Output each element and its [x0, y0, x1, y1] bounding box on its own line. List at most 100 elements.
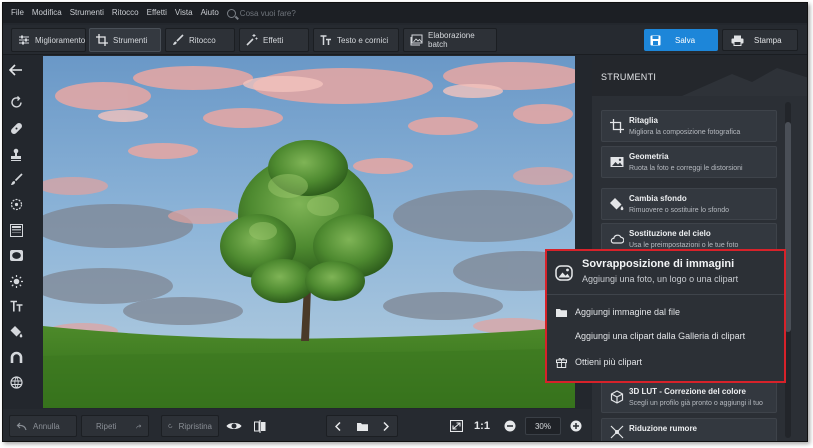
magnet-icon	[10, 351, 22, 363]
undo-button[interactable]: Annulla	[9, 415, 77, 437]
tool-globe[interactable]	[7, 373, 25, 391]
folder-icon	[555, 308, 567, 317]
tab-label: Ritocco	[189, 35, 216, 45]
tool-rotate[interactable]	[7, 93, 25, 111]
main-toolbar: Miglioramento Strumenti Ritocco Effetti …	[3, 25, 807, 55]
menu-effetti[interactable]: Effetti	[143, 3, 171, 23]
zoom-input[interactable]: 30%	[525, 417, 561, 435]
sun-icon	[9, 274, 23, 288]
floppy-icon	[650, 35, 661, 45]
save-label: Salva	[675, 35, 696, 45]
tab-label: Strumenti	[113, 35, 148, 45]
sliders-icon	[19, 35, 29, 45]
menu-file[interactable]: File	[7, 3, 28, 23]
tab-strumenti[interactable]: Strumenti	[89, 28, 161, 52]
tab-elaborazione-batch[interactable]: Elaborazione batch	[403, 28, 497, 52]
tool-vignette[interactable]	[7, 246, 25, 264]
tool-card-3d-lut[interactable]: 3D LUT - Correzione del colore Scegli un…	[601, 381, 777, 413]
popup-title: Sovrapposizione di immagini	[582, 258, 735, 270]
card-subtitle: Usa le preimpostazioni o le tue foto	[629, 242, 739, 249]
menu-item-label: Aggiungi immagine dal file	[575, 307, 681, 317]
paint-bucket-icon	[10, 325, 22, 337]
tool-fill[interactable]	[7, 322, 25, 340]
brush-icon	[10, 172, 23, 185]
tool-gradient-filter[interactable]	[7, 221, 25, 239]
image-overlay-popup: Sovrapposizione di immagini Aggiungi una…	[545, 249, 786, 383]
get-more-clipart-item[interactable]: Ottieni più clipart	[547, 351, 784, 373]
card-subtitle: Migliora la composizione fotografica	[629, 129, 741, 136]
tab-label: Effetti	[263, 35, 284, 45]
undo-label: Annulla	[33, 421, 60, 431]
print-button[interactable]: Stampa	[722, 29, 798, 51]
folder-icon	[356, 422, 368, 431]
brush-icon	[173, 34, 184, 45]
tab-effetti[interactable]: Effetti	[239, 28, 309, 52]
tool-clone-stamp[interactable]	[7, 145, 25, 163]
preview-toggle[interactable]	[223, 415, 245, 437]
tool-card-geometria[interactable]: Geometria Ruota la foto e correggi le di…	[601, 146, 777, 178]
app-window: File Modifica Strumenti Ritocco Effetti …	[2, 2, 808, 442]
tool-card-cambia-sfondo[interactable]: Cambia sfondo Rimuovere o sostituire lo …	[601, 188, 777, 220]
tool-magnet[interactable]	[7, 348, 25, 366]
next-photo-button[interactable]	[375, 421, 397, 431]
card-title: Riduzione rumore	[629, 424, 698, 433]
compare-toggle[interactable]	[249, 415, 271, 437]
tab-label: Testo e cornici	[337, 35, 389, 45]
zoom-out-button[interactable]	[499, 415, 521, 437]
crop-icon	[96, 34, 108, 46]
zoom-in-button[interactable]	[565, 415, 587, 437]
search-placeholder: Cosa vuoi fare?	[239, 8, 296, 18]
search-icon	[226, 8, 236, 18]
globe-icon	[9, 375, 23, 389]
fit-screen-icon	[449, 420, 463, 432]
printer-icon	[731, 35, 744, 46]
menu-modifica[interactable]: Modifica	[28, 3, 66, 23]
card-title: Geometria	[629, 152, 669, 161]
menu-item-label: Aggiungi una clipart dalla Galleria di c…	[575, 331, 746, 341]
chevron-right-icon	[383, 421, 389, 431]
card-title: Cambia sfondo	[629, 194, 687, 203]
popup-header[interactable]: Sovrapposizione di immagini Aggiungi una…	[547, 251, 784, 295]
add-image-from-file-item[interactable]: Aggiungi immagine dal file	[547, 301, 784, 323]
menu-ritocco[interactable]: Ritocco	[108, 3, 143, 23]
tool-card-riduzione-rumore[interactable]: Riduzione rumore	[601, 418, 777, 441]
tab-miglioramento[interactable]: Miglioramento	[11, 28, 86, 52]
paint-bucket-icon	[610, 198, 624, 211]
menu-strumenti[interactable]: Strumenti	[66, 3, 108, 23]
tab-testo-cornici[interactable]: Testo e cornici	[313, 28, 399, 52]
overlay-image-icon	[555, 265, 573, 281]
save-button[interactable]: Salva	[644, 29, 718, 51]
tool-card-ritaglia[interactable]: Ritaglia Migliora la composizione fotogr…	[601, 110, 777, 142]
tool-radial-filter[interactable]	[7, 195, 25, 213]
add-clipart-from-gallery-item[interactable]: Aggiungi una clipart dalla Galleria di c…	[547, 325, 784, 347]
menu-aiuto[interactable]: Aiuto	[197, 3, 223, 23]
card-title: 3D LUT - Correzione del colore	[629, 387, 746, 396]
undo-icon	[16, 422, 27, 430]
tool-text[interactable]	[7, 297, 25, 315]
tab-ritocco[interactable]: Ritocco	[165, 28, 235, 52]
actual-size-button[interactable]: 1:1	[471, 415, 493, 437]
tree-photo	[43, 56, 575, 408]
tool-light[interactable]	[7, 272, 25, 290]
reset-button[interactable]: Ripristina	[161, 415, 219, 437]
image-stack-icon	[410, 34, 423, 46]
magic-wand-icon	[246, 34, 258, 46]
bottom-bar: Annulla Ripeti Ripristina 1:1 30%	[3, 409, 591, 441]
open-folder-button[interactable]	[349, 422, 375, 431]
photo-canvas[interactable]	[43, 56, 575, 408]
menu-vista[interactable]: Vista	[171, 3, 197, 23]
tool-healing[interactable]	[7, 119, 25, 137]
menu-search[interactable]: Cosa vuoi fare?	[226, 8, 296, 18]
prev-photo-button[interactable]	[327, 421, 349, 431]
file-navigator	[326, 415, 398, 437]
bandage-icon	[10, 122, 22, 134]
menu-item-label: Ottieni più clipart	[575, 357, 643, 367]
tab-label: Miglioramento	[35, 35, 86, 45]
redo-button[interactable]: Ripeti	[81, 415, 149, 437]
reset-icon	[168, 423, 173, 428]
fit-to-screen-button[interactable]	[445, 415, 467, 437]
back-button[interactable]	[7, 61, 25, 79]
menu-bar: File Modifica Strumenti Ritocco Effetti …	[3, 3, 807, 23]
tool-brush[interactable]	[7, 170, 25, 188]
gift-icon	[555, 357, 567, 368]
